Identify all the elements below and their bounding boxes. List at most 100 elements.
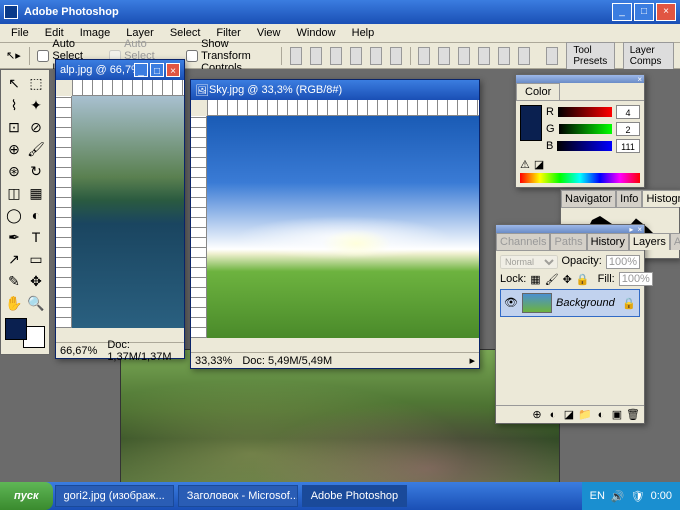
distribute-icon[interactable] bbox=[478, 47, 490, 65]
zoom-level[interactable]: 33,33% bbox=[195, 355, 232, 367]
distribute-icon[interactable] bbox=[518, 47, 530, 65]
taskbar-item[interactable]: gori2.jpg (изображ... bbox=[55, 485, 174, 507]
lock-position-icon[interactable]: ✥ bbox=[563, 273, 572, 286]
gradient-tool[interactable]: ▦ bbox=[25, 182, 47, 204]
doc-title: Sky.jpg @ 33,3% (RGB/8#) bbox=[209, 84, 475, 96]
hand-tool[interactable]: ✋ bbox=[3, 292, 25, 314]
align-icon[interactable] bbox=[310, 47, 322, 65]
dodge-tool[interactable]: ◐ bbox=[25, 204, 47, 226]
history-tab[interactable]: History bbox=[587, 233, 629, 250]
color-tab[interactable]: Color bbox=[516, 83, 560, 100]
pen-tool[interactable]: ✒ bbox=[3, 226, 25, 248]
background-document bbox=[120, 349, 560, 499]
fx-icon[interactable]: ◐ bbox=[546, 409, 560, 421]
trash-icon[interactable]: 🗑 bbox=[626, 408, 640, 421]
brush-tool[interactable]: 🖌 bbox=[25, 138, 47, 160]
shape-tool[interactable]: ▭ bbox=[25, 248, 47, 270]
language-indicator[interactable]: EN bbox=[590, 490, 605, 502]
taskbar-item-active[interactable]: Adobe Photoshop bbox=[302, 485, 407, 507]
palette-close-icon[interactable]: × bbox=[637, 75, 642, 84]
lock-pixels-icon[interactable]: 🖌 bbox=[545, 273, 559, 286]
wand-tool[interactable]: ✦ bbox=[25, 94, 47, 116]
foreground-color[interactable] bbox=[5, 318, 27, 340]
link-icon[interactable]: ⊕ bbox=[530, 408, 544, 421]
b-slider[interactable] bbox=[557, 141, 612, 151]
distribute-icon[interactable] bbox=[418, 47, 430, 65]
align-icon[interactable] bbox=[350, 47, 362, 65]
tray-icon[interactable]: 🛡 bbox=[631, 490, 645, 503]
align-icon[interactable] bbox=[290, 47, 302, 65]
taskbar-item[interactable]: Заголовок - Microsof... bbox=[178, 485, 298, 507]
paths-tab[interactable]: Paths bbox=[550, 233, 586, 250]
mask-icon[interactable]: ◪ bbox=[562, 408, 576, 421]
clock[interactable]: 0:00 bbox=[651, 490, 672, 502]
minimize-button[interactable]: _ bbox=[612, 3, 632, 21]
lasso-tool[interactable]: ⌇ bbox=[3, 94, 25, 116]
adjustment-icon[interactable]: ◐ bbox=[594, 409, 608, 421]
zoom-tool[interactable]: 🔍 bbox=[25, 292, 47, 314]
layer-name[interactable]: Background bbox=[556, 297, 615, 309]
move-tool[interactable]: ↖ bbox=[3, 72, 25, 94]
marquee-tool[interactable]: ⬚ bbox=[25, 72, 47, 94]
heal-tool[interactable]: ⊕ bbox=[3, 138, 25, 160]
align-icon[interactable] bbox=[390, 47, 402, 65]
color-preview[interactable] bbox=[520, 105, 542, 141]
maximize-button[interactable]: □ bbox=[634, 3, 654, 21]
new-layer-icon[interactable]: ▣ bbox=[610, 408, 624, 421]
palette-well-icon[interactable] bbox=[546, 47, 558, 65]
r-value[interactable]: 4 bbox=[616, 105, 640, 119]
doc-maximize-button[interactable]: □ bbox=[150, 63, 164, 77]
layers-tab[interactable]: Layers bbox=[629, 233, 670, 250]
distribute-icon[interactable] bbox=[458, 47, 470, 65]
menu-window[interactable]: Window bbox=[290, 25, 343, 41]
r-slider[interactable] bbox=[558, 107, 612, 117]
histogram-tab[interactable]: Histogram bbox=[642, 190, 680, 207]
lock-transparent-icon[interactable]: ▦ bbox=[530, 273, 540, 286]
crop-tool[interactable]: ⊡ bbox=[3, 116, 25, 138]
opacity-value[interactable]: 100% bbox=[606, 255, 640, 269]
distribute-icon[interactable] bbox=[498, 47, 510, 65]
type-tool[interactable]: T bbox=[25, 226, 47, 248]
menu-help[interactable]: Help bbox=[345, 25, 382, 41]
history-brush-tool[interactable]: ↻ bbox=[25, 160, 47, 182]
notes-tool[interactable]: ✎ bbox=[3, 270, 25, 292]
align-icon[interactable] bbox=[370, 47, 382, 65]
doc-close-button[interactable]: × bbox=[166, 63, 180, 77]
blend-mode-select[interactable]: Normal bbox=[500, 255, 558, 269]
layer-item[interactable]: 👁 Background 🔒 bbox=[500, 289, 640, 317]
align-icon[interactable] bbox=[330, 47, 342, 65]
b-value[interactable]: 111 bbox=[616, 139, 640, 153]
g-slider[interactable] bbox=[559, 124, 612, 134]
start-button[interactable]: пуск bbox=[0, 482, 53, 510]
layer-comps-tab[interactable]: Layer Comps bbox=[623, 42, 674, 70]
fill-value[interactable]: 100% bbox=[619, 272, 653, 286]
scroll-arrow-icon[interactable]: ▸ bbox=[469, 354, 475, 367]
eraser-tool[interactable]: ◫ bbox=[3, 182, 25, 204]
layer-thumbnail[interactable] bbox=[522, 293, 552, 313]
canvas[interactable] bbox=[207, 116, 479, 338]
distribute-icon[interactable] bbox=[438, 47, 450, 65]
color-swatches[interactable] bbox=[5, 318, 45, 348]
stamp-tool[interactable]: ⊛ bbox=[3, 160, 25, 182]
close-button[interactable]: × bbox=[656, 3, 676, 21]
zoom-level[interactable]: 66,67% bbox=[60, 345, 97, 357]
tool-presets-tab[interactable]: Tool Presets bbox=[566, 42, 614, 70]
menu-file[interactable]: File bbox=[4, 25, 36, 41]
tray-icon[interactable]: 🔊 bbox=[611, 490, 625, 503]
blur-tool[interactable]: ◯ bbox=[3, 204, 25, 226]
g-value[interactable]: 2 bbox=[616, 122, 640, 136]
visibility-eye-icon[interactable]: 👁 bbox=[504, 296, 518, 310]
actions-tab[interactable]: Actions bbox=[670, 233, 680, 250]
navigator-tab[interactable]: Navigator bbox=[561, 190, 616, 207]
slice-tool[interactable]: ⊘ bbox=[25, 116, 47, 138]
lock-all-icon[interactable]: 🔒 bbox=[576, 273, 590, 286]
color-palette: × Color R4 G2 B111 ⚠◪ bbox=[515, 74, 645, 188]
folder-icon[interactable]: 📁 bbox=[578, 408, 592, 421]
canvas[interactable] bbox=[72, 96, 184, 328]
info-tab[interactable]: Info bbox=[616, 190, 642, 207]
channels-tab[interactable]: Channels bbox=[496, 233, 550, 250]
hue-strip[interactable] bbox=[520, 173, 640, 183]
path-tool[interactable]: ↗ bbox=[3, 248, 25, 270]
eyedropper-tool[interactable]: ✥ bbox=[25, 270, 47, 292]
doc-minimize-button[interactable]: _ bbox=[134, 63, 148, 77]
